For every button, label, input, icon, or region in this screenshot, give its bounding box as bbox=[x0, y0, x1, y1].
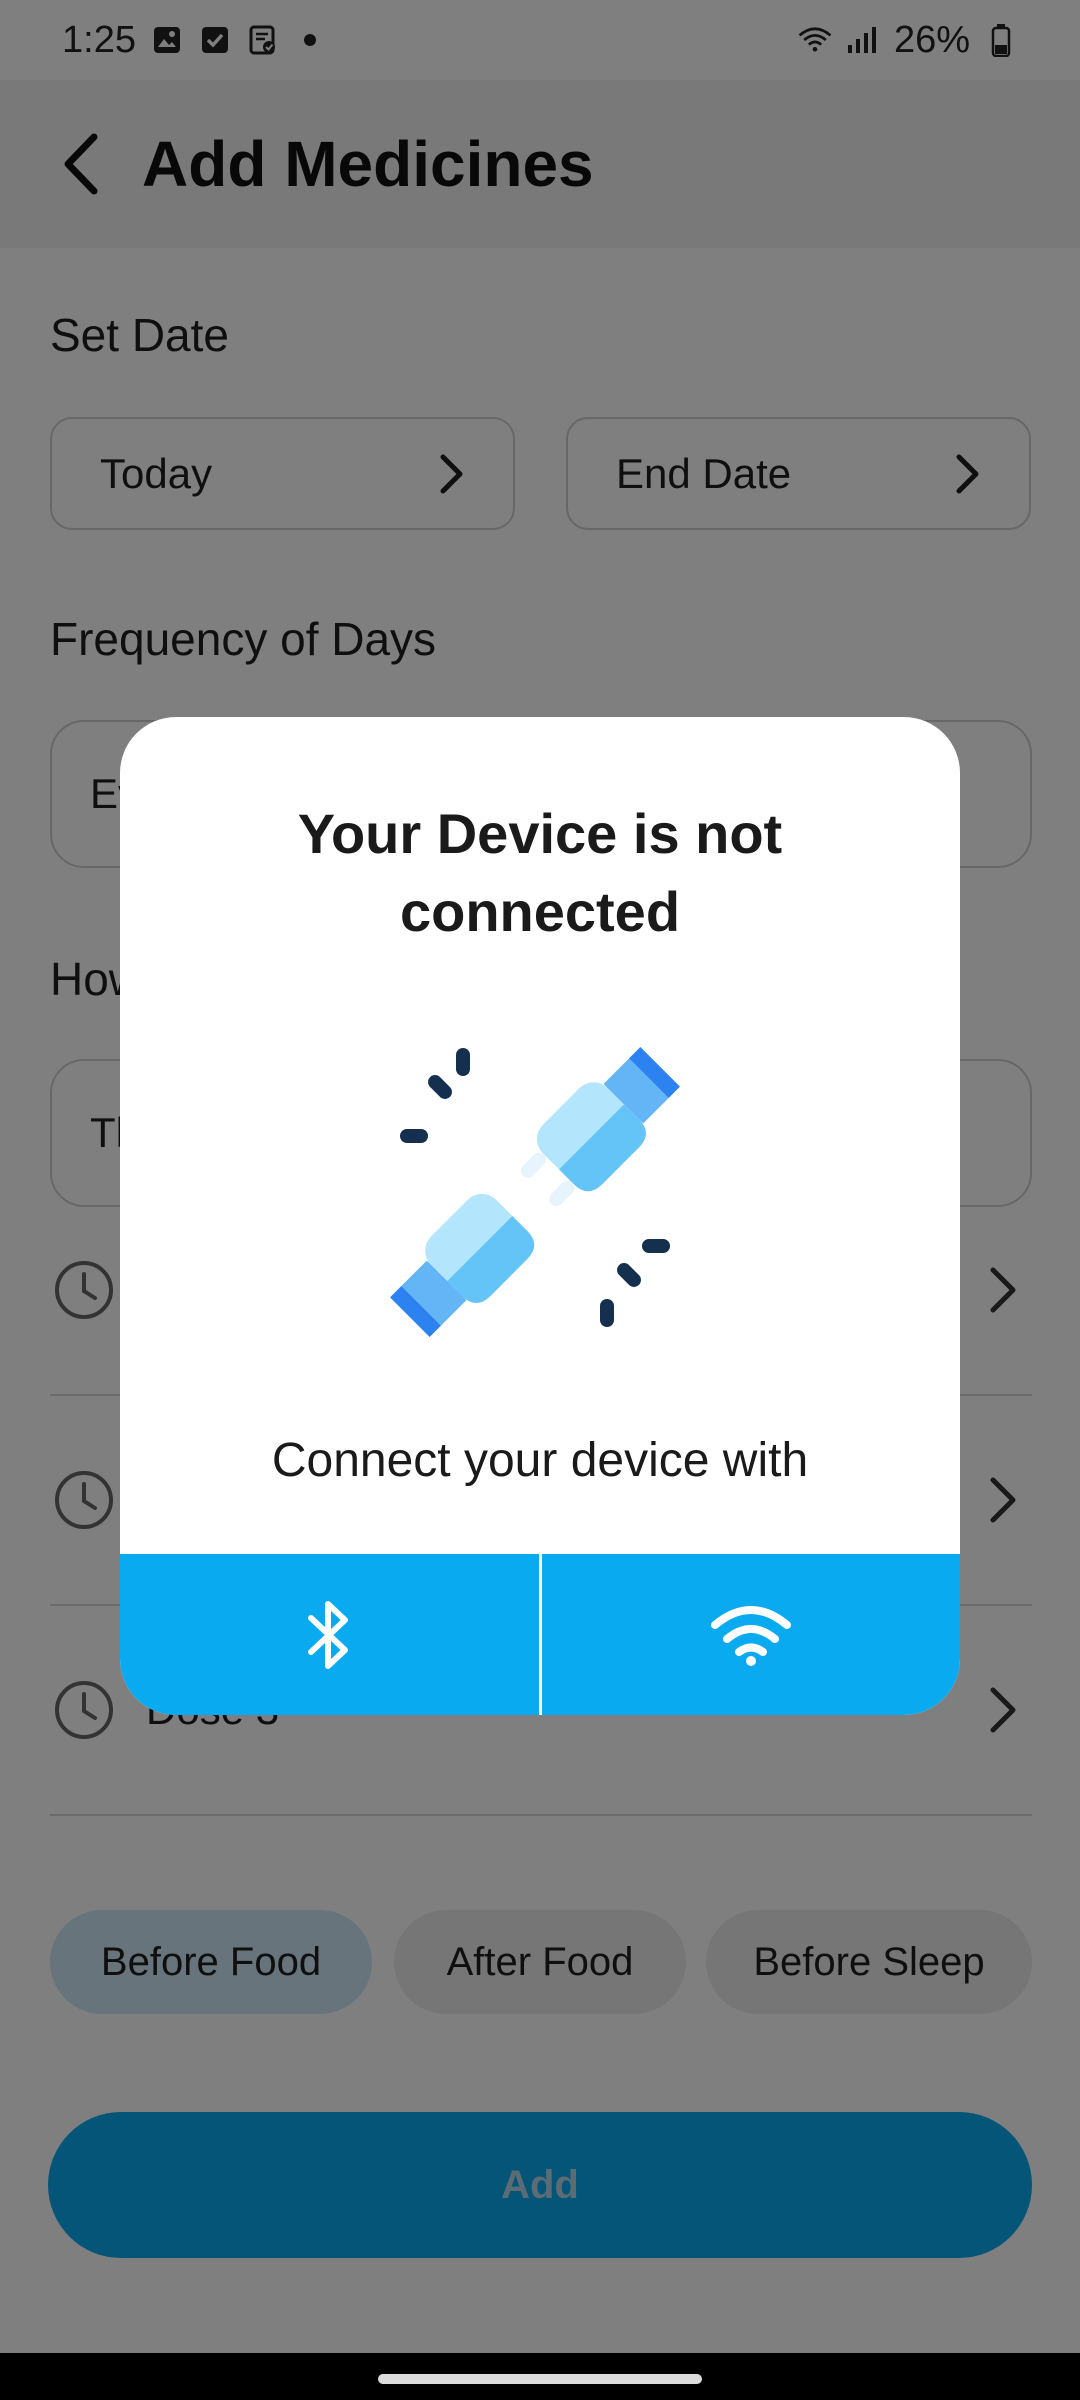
dialog-subtitle: Connect your device with bbox=[271, 1434, 809, 1487]
dialog-title: Your Device is not connected bbox=[297, 802, 783, 943]
system-nav-bar bbox=[0, 2353, 1080, 2400]
unplugged-connector-icon bbox=[390, 1047, 680, 1337]
wifi-connect-button[interactable] bbox=[542, 1554, 961, 1715]
device-not-connected-dialog: Your Device is not connected Connect you… bbox=[120, 717, 960, 1715]
bluetooth-connect-button[interactable] bbox=[120, 1554, 539, 1715]
bluetooth-icon bbox=[308, 1600, 349, 1669]
dialog-actions bbox=[120, 1554, 960, 1715]
wifi-icon bbox=[710, 1605, 791, 1666]
home-gesture-handle[interactable] bbox=[378, 2374, 702, 2384]
